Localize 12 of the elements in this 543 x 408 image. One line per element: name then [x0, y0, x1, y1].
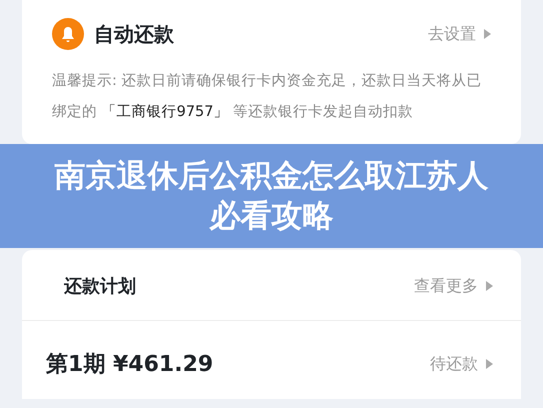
caret-icon — [486, 281, 493, 291]
installment-amount: 第1期 ¥461.29 — [46, 351, 214, 379]
settings-link[interactable]: 去设置 — [428, 24, 491, 44]
bell-icon — [52, 18, 84, 50]
banner-title: 南京退休后公积金怎么取江苏人必看攻略 — [54, 157, 490, 236]
caret-icon — [484, 29, 491, 39]
tip-text: 温馨提示: 还款日前请确保银行卡内资金充足，还款日当天将从已绑定的 「工商银行9757」 等还款银行卡发起自动扣款 — [51, 72, 482, 122]
status-link[interactable]: 待还款 — [430, 354, 493, 374]
section-title: 自动还款 — [94, 20, 174, 48]
section-title: 还款计划 — [64, 275, 136, 298]
caret-icon — [486, 359, 493, 369]
view-more-link[interactable]: 查看更多 — [414, 276, 493, 296]
